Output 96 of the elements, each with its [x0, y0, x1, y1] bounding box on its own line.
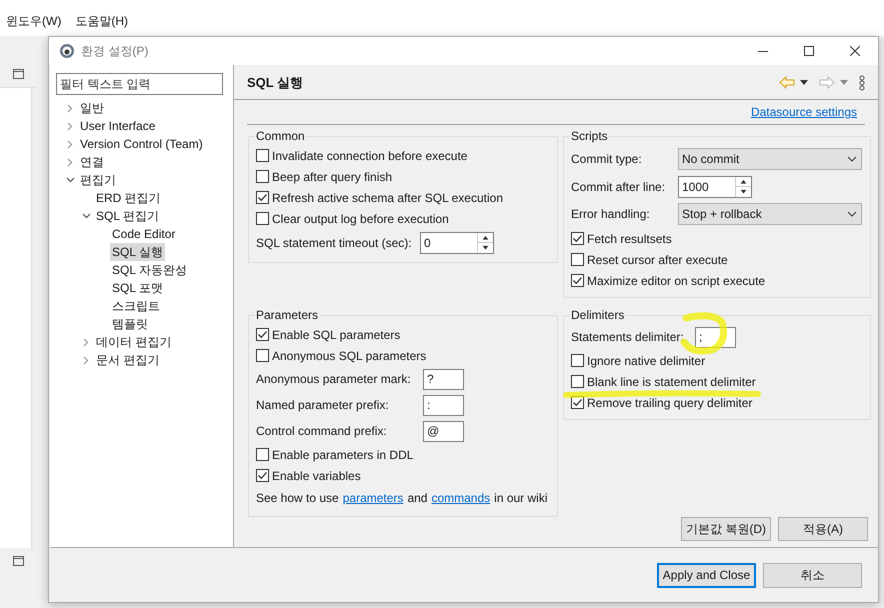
tree-item[interactable]: 템플릿	[110, 315, 150, 333]
note-text: in our wiki	[494, 490, 548, 507]
checkbox-label: Remove trailing query delimiter	[587, 394, 752, 412]
chevron-down-icon	[847, 156, 857, 162]
checkbox[interactable]	[256, 328, 269, 341]
dialog-button[interactable]: 취소	[763, 562, 862, 588]
expanded-chevron-icon[interactable]	[82, 213, 90, 219]
tree-item[interactable]: User Interface	[78, 117, 158, 135]
tree-item[interactable]: 데이터 편집기	[94, 333, 174, 351]
wiki-link[interactable]: parameters	[342, 489, 404, 507]
down-arrow-icon[interactable]	[736, 186, 751, 196]
maximize-icon[interactable]	[12, 68, 24, 78]
field-label: Named parameter prefix:	[256, 397, 390, 414]
tree-item[interactable]: 연결	[78, 153, 106, 171]
menu-item[interactable]: 윈도우(W)	[6, 12, 62, 30]
filter-field[interactable]: 필터 텍스트 입력	[56, 73, 223, 95]
text-field[interactable]: @	[423, 420, 464, 442]
field-label: Commit type:	[571, 151, 643, 168]
group-title: Scripts	[570, 128, 609, 145]
checkbox-label: Beep after query finish	[272, 168, 392, 186]
field-label: Anonymous parameter mark:	[256, 371, 412, 388]
spinner-field[interactable]: 1000	[678, 176, 752, 198]
checkbox-label: Blank line is statement delimiter	[587, 374, 756, 390]
app-icon	[59, 43, 75, 59]
tree-item[interactable]: 스크립트	[110, 297, 162, 315]
wiki-link[interactable]: commands	[431, 489, 490, 507]
down-arrow-icon[interactable]	[478, 242, 493, 252]
dropdown[interactable]: Stop + rollback	[678, 203, 862, 225]
checkbox[interactable]	[571, 375, 584, 388]
tree-item[interactable]: Version Control (Team)	[78, 135, 205, 153]
field-label: SQL statement timeout (sec):	[256, 234, 413, 252]
dropdown-caret-icon[interactable]	[800, 80, 808, 86]
checkbox-label: Clear output log before execution	[272, 210, 449, 228]
checkbox-label: Refresh active schema after SQL execution	[272, 190, 503, 206]
field-label: Statements delimiter:	[571, 329, 685, 346]
checkbox-label: Anonymous SQL parameters	[272, 348, 426, 364]
dropdown[interactable]: No commit	[678, 148, 862, 170]
collapsed-chevron-icon[interactable]	[67, 158, 73, 166]
maximize-icon[interactable]	[12, 556, 24, 566]
close-icon	[850, 46, 860, 56]
checkbox-label: Ignore native delimiter	[587, 352, 706, 370]
chevron-down-icon	[847, 211, 857, 217]
tree-item[interactable]: 문서 편집기	[94, 351, 162, 369]
tree-item[interactable]: 일반	[78, 99, 106, 117]
checkbox[interactable]	[256, 170, 269, 183]
maximize-icon	[804, 46, 814, 56]
spinner-field[interactable]: 0	[420, 232, 494, 254]
tree-item[interactable]: SQL 실행	[110, 243, 165, 261]
tree-item[interactable]: SQL 자동완성	[110, 261, 189, 279]
field-label: Commit after line:	[571, 178, 666, 196]
collapsed-chevron-icon[interactable]	[67, 140, 73, 148]
group-title: Parameters	[255, 307, 320, 324]
checkbox[interactable]	[571, 354, 584, 367]
more-options-icon[interactable]	[859, 74, 865, 91]
group-title: Common	[255, 128, 306, 145]
checkbox[interactable]	[256, 149, 269, 162]
note-text: See how to use	[256, 490, 339, 507]
page-button[interactable]: 기본값 복원(D)	[681, 517, 771, 541]
page-button[interactable]: 적용(A)	[778, 517, 868, 541]
collapsed-chevron-icon[interactable]	[83, 356, 89, 364]
checkbox-label: Enable SQL parameters	[272, 326, 400, 344]
checkbox-label: Reset cursor after execute	[587, 252, 728, 268]
tree-item[interactable]: SQL 포맷	[110, 279, 165, 297]
checkbox[interactable]	[571, 253, 584, 266]
window-title: 환경 설정(P)	[81, 43, 148, 60]
group-title: Delimiters	[570, 307, 626, 324]
collapsed-chevron-icon[interactable]	[67, 104, 73, 112]
tree-item[interactable]: ERD 편집기	[94, 189, 163, 207]
checkbox-label: Enable variables	[272, 468, 361, 484]
expanded-chevron-icon[interactable]	[66, 177, 74, 183]
checkbox[interactable]	[256, 469, 269, 482]
menu-item[interactable]: 도움말(H)	[75, 12, 128, 30]
tree-item[interactable]: Code Editor	[110, 225, 178, 243]
tree-item[interactable]: 편집기	[78, 171, 118, 189]
checkbox[interactable]	[571, 274, 584, 287]
checkbox[interactable]	[256, 191, 269, 204]
checkbox-label: Invalidate connection before execute	[272, 148, 468, 164]
checkbox[interactable]	[256, 349, 269, 362]
datasource-settings-link[interactable]: Datasource settings	[750, 102, 857, 121]
checkbox[interactable]	[256, 448, 269, 461]
text-field[interactable]: ?	[423, 368, 464, 390]
checkbox-label: Fetch resultsets	[587, 230, 672, 248]
note-text: and	[407, 490, 428, 507]
checkbox-label: Maximize editor on script execute	[587, 272, 766, 290]
tree-item[interactable]: SQL 편집기	[94, 207, 161, 225]
collapsed-chevron-icon[interactable]	[83, 338, 89, 346]
minimize-icon	[758, 50, 768, 52]
collapsed-chevron-icon[interactable]	[67, 122, 73, 130]
checkbox-label: Enable parameters in DDL	[272, 446, 414, 464]
page-title: SQL 실행	[247, 74, 304, 92]
checkbox[interactable]	[256, 212, 269, 225]
field-label: Error handling:	[571, 206, 651, 223]
field-label: Control command prefix:	[256, 423, 388, 440]
dialog-button[interactable]: Apply and Close	[657, 562, 756, 588]
text-field[interactable]: :	[423, 394, 464, 416]
checkbox[interactable]	[571, 232, 584, 245]
